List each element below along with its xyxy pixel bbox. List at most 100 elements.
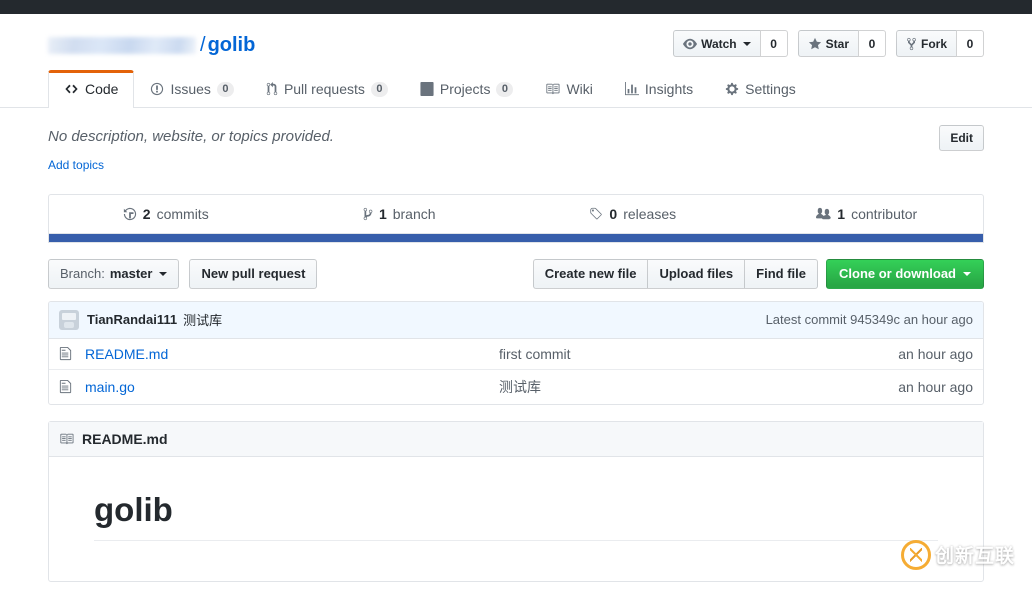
commits-stat[interactable]: 2 commits bbox=[49, 195, 283, 233]
tab-pull-requests-label: Pull requests bbox=[283, 81, 365, 97]
branches-count: 1 bbox=[378, 205, 387, 222]
star-button-group: Star 0 bbox=[797, 30, 886, 57]
watch-label: Watch bbox=[701, 36, 737, 51]
file-navigation-toolbar: Branch: master New pull request Create n… bbox=[48, 258, 984, 289]
tab-insights[interactable]: Insights bbox=[609, 70, 709, 108]
file-name-link[interactable]: main.go bbox=[85, 379, 499, 395]
tag-icon bbox=[589, 207, 603, 221]
repository-name-link[interactable]: golib bbox=[208, 33, 256, 57]
contributors-count: 1 bbox=[837, 205, 846, 222]
git-branch-icon bbox=[363, 207, 373, 221]
readme-header: README.md bbox=[49, 421, 983, 457]
file-action-group: Create new file Upload files Find file bbox=[532, 258, 818, 289]
watch-count[interactable]: 0 bbox=[759, 30, 788, 57]
eye-icon bbox=[683, 37, 698, 51]
tab-projects[interactable]: Projects 0 bbox=[404, 70, 530, 108]
latest-commit-bar: TianRandai111 测试库 Latest commit 945349c … bbox=[49, 301, 983, 339]
global-top-bar bbox=[0, 0, 1032, 14]
find-file-button[interactable]: Find file bbox=[744, 258, 818, 289]
contributors-label: contributor bbox=[851, 205, 918, 222]
organization-icon bbox=[815, 207, 832, 221]
fork-button-group: Fork 0 bbox=[895, 30, 984, 57]
tab-wiki[interactable]: Wiki bbox=[529, 70, 608, 108]
issue-opened-icon bbox=[150, 82, 164, 96]
branch-selector[interactable]: Branch: master bbox=[48, 258, 180, 289]
latest-commit-meta: Latest commit 945349c an hour ago bbox=[765, 312, 973, 327]
star-count[interactable]: 0 bbox=[857, 30, 886, 57]
repository-page: / golib Watch 0 Star 0 Fork 0 Code Issue… bbox=[0, 14, 1032, 582]
gear-icon bbox=[725, 82, 739, 96]
file-commit-age: an hour ago bbox=[898, 345, 973, 362]
chevron-down-icon bbox=[159, 271, 168, 276]
readme-body: golib bbox=[49, 457, 983, 581]
file-commit-age: an hour ago bbox=[898, 378, 973, 395]
clone-or-download-label: Clone or download bbox=[839, 266, 956, 281]
tab-issues-label: Issues bbox=[170, 81, 211, 97]
code-icon bbox=[64, 82, 79, 96]
tab-insights-label: Insights bbox=[644, 81, 694, 97]
repository-actions: Watch 0 Star 0 Fork 0 bbox=[673, 28, 984, 57]
table-row: README.md first commit an hour ago bbox=[49, 339, 983, 370]
repository-about: No description, website, or topics provi… bbox=[48, 108, 984, 172]
edit-button[interactable]: Edit bbox=[939, 125, 984, 151]
tab-pull-requests-count: 0 bbox=[370, 81, 388, 97]
repository-title: / golib bbox=[48, 28, 255, 57]
history-icon bbox=[123, 207, 137, 221]
path-separator: / bbox=[200, 34, 206, 56]
readme-heading: golib bbox=[94, 489, 938, 541]
contributors-stat[interactable]: 1 contributor bbox=[750, 195, 984, 233]
tab-code-label: Code bbox=[85, 81, 119, 97]
releases-label: releases bbox=[623, 205, 677, 222]
upload-files-button[interactable]: Upload files bbox=[647, 258, 745, 289]
git-pull-request-icon bbox=[266, 82, 278, 96]
fork-count[interactable]: 0 bbox=[956, 30, 984, 57]
fork-label: Fork bbox=[920, 36, 947, 51]
readme-title: README.md bbox=[82, 430, 168, 447]
new-pull-request-button[interactable]: New pull request bbox=[189, 258, 318, 289]
tab-issues[interactable]: Issues 0 bbox=[134, 70, 249, 108]
file-commit-message[interactable]: first commit bbox=[499, 346, 843, 362]
tab-settings[interactable]: Settings bbox=[709, 70, 812, 108]
commit-message[interactable]: 测试库 bbox=[183, 310, 222, 329]
star-icon bbox=[808, 37, 822, 51]
tab-code[interactable]: Code bbox=[48, 70, 135, 108]
branch-prefix-label: Branch: bbox=[60, 266, 105, 281]
fork-button[interactable]: Fork bbox=[895, 30, 956, 57]
file-icon bbox=[59, 346, 75, 361]
releases-stat[interactable]: 0 releases bbox=[516, 195, 750, 233]
chevron-down-icon bbox=[742, 41, 751, 46]
watch-button-group: Watch 0 bbox=[673, 30, 788, 57]
tab-issues-count: 0 bbox=[216, 81, 234, 97]
tab-pull-requests[interactable]: Pull requests 0 bbox=[250, 70, 404, 108]
tab-projects-label: Projects bbox=[439, 81, 491, 97]
branches-stat[interactable]: 1 branch bbox=[283, 195, 517, 233]
avatar[interactable] bbox=[59, 309, 79, 330]
tab-wiki-label: Wiki bbox=[566, 81, 593, 97]
star-button[interactable]: Star bbox=[797, 30, 858, 57]
tab-settings-label: Settings bbox=[745, 81, 796, 97]
clone-or-download-button[interactable]: Clone or download bbox=[826, 258, 984, 289]
commits-label: commits bbox=[156, 205, 209, 222]
chevron-down-icon bbox=[963, 271, 971, 276]
add-topics-link[interactable]: Add topics bbox=[48, 158, 104, 172]
tab-projects-count: 0 bbox=[496, 81, 514, 97]
commit-author[interactable]: TianRandai111 bbox=[87, 312, 177, 327]
book-icon bbox=[59, 432, 74, 446]
file-commit-message[interactable]: 测试库 bbox=[499, 377, 843, 397]
create-new-file-button[interactable]: Create new file bbox=[532, 258, 648, 289]
language-segment-go[interactable] bbox=[49, 233, 983, 242]
readme-panel: README.md golib bbox=[48, 420, 984, 582]
repository-content: No description, website, or topics provi… bbox=[0, 108, 1032, 582]
file-name-link[interactable]: README.md bbox=[85, 346, 499, 362]
language-bar bbox=[48, 232, 984, 243]
watch-button[interactable]: Watch bbox=[673, 30, 760, 57]
commits-count: 2 bbox=[142, 205, 151, 222]
table-row: main.go 测试库 an hour ago bbox=[49, 370, 983, 404]
graph-icon bbox=[624, 82, 639, 96]
repo-forked-icon bbox=[906, 37, 917, 51]
owner-name-redacted[interactable] bbox=[48, 36, 196, 54]
branches-label: branch bbox=[392, 205, 436, 222]
repository-header: / golib Watch 0 Star 0 Fork 0 bbox=[0, 14, 1032, 57]
file-list-box: TianRandai111 测试库 Latest commit 945349c … bbox=[48, 300, 984, 405]
star-label: Star bbox=[825, 36, 849, 51]
